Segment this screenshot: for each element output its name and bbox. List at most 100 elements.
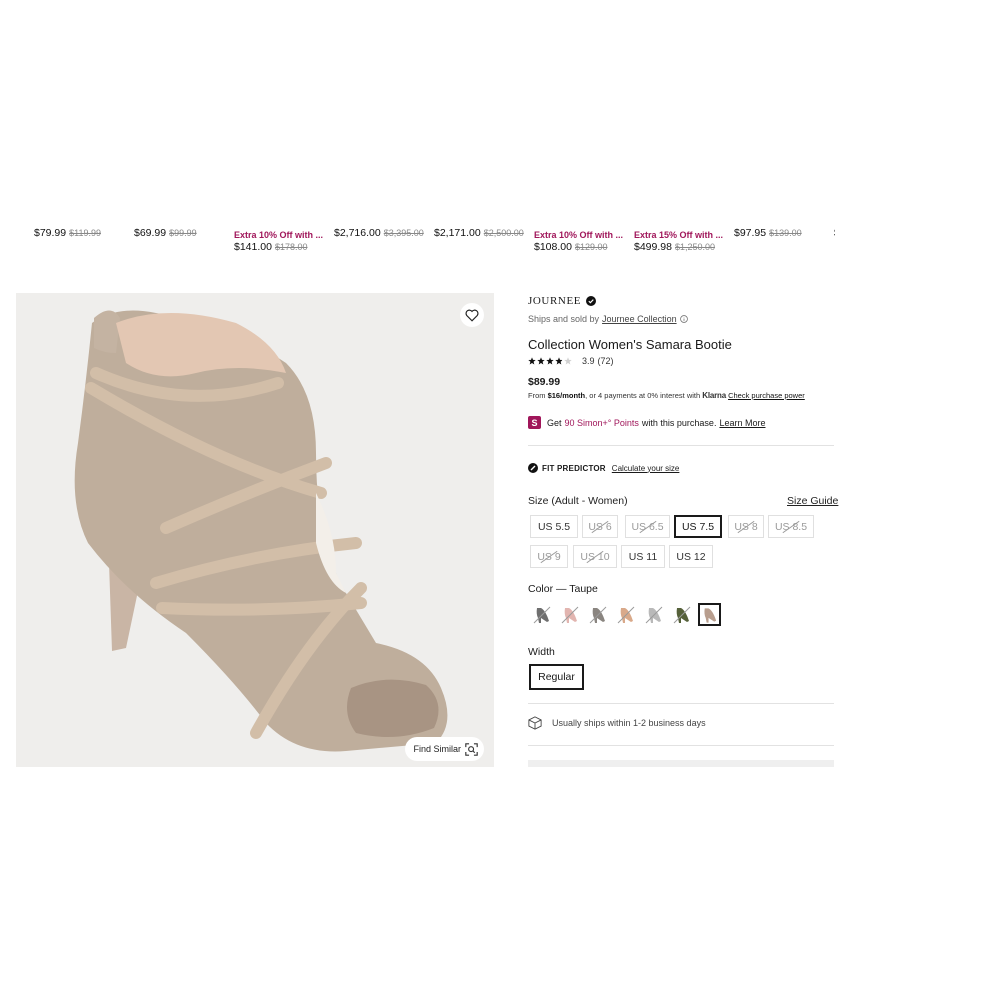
size-option[interactable]: US 6.5 — [625, 515, 670, 538]
strip-price: $ — [834, 227, 835, 239]
verified-icon — [586, 296, 597, 306]
strip-price: $2,171.00 $2,500.00 — [434, 227, 524, 239]
brand-name[interactable]: JOURNEE — [528, 295, 597, 307]
find-similar-label: Find Similar — [413, 744, 461, 754]
review-count: (72) — [597, 356, 614, 366]
points-rest: with this purchase. — [641, 417, 717, 428]
bootie-illustration — [74, 310, 448, 752]
size-option[interactable]: US 6 — [582, 515, 618, 538]
size-option[interactable]: US 8 — [728, 515, 764, 538]
sold-prefix: Ships and sold by — [528, 314, 600, 324]
visual-search-icon — [465, 742, 478, 756]
strip-price-was: $129.00 — [574, 242, 608, 252]
svg-text:S: S — [531, 418, 537, 428]
learn-more-link[interactable]: Learn More — [719, 418, 765, 428]
size-option[interactable]: US 9 — [530, 545, 568, 568]
product-rating[interactable]: 3.9 (72) — [528, 356, 614, 366]
strip-price: $2,716.00 $3,395.00 — [334, 227, 424, 239]
divider — [528, 745, 834, 746]
strip-product-card[interactable]: $ — [834, 210, 835, 260]
strip-price-was: $99.99 — [169, 228, 197, 238]
width-label: Width — [528, 646, 555, 658]
strip-product-card[interactable]: $79.99 $119.99 — [34, 210, 130, 260]
shoe-thumbnail-icon — [645, 606, 662, 623]
klarna-logo: Klarna — [702, 391, 726, 400]
strip-price-now: $141.00 — [234, 241, 272, 253]
fit-predictor-label: FIT PREDICTOR — [542, 463, 606, 473]
strip-product-card[interactable]: $2,716.00 $3,395.00 — [334, 210, 430, 260]
strip-price-was: $2,500.00 — [483, 228, 524, 238]
add-to-bag-bar[interactable] — [528, 760, 834, 767]
recommendation-strip: $79.99 $119.99 $69.99 $99.99 Extra 10% Off w… — [0, 210, 835, 260]
shoe-thumbnail-icon — [589, 606, 606, 623]
strip-price-now: $2,171.00 — [434, 227, 481, 239]
strip-product-card[interactable]: $97.95 $139.00 — [734, 210, 830, 260]
strip-price: $97.95 $139.00 — [734, 227, 802, 239]
strip-price-now: $499.98 — [634, 241, 672, 253]
strip-price-was: $139.00 — [769, 228, 802, 238]
strip-product-card[interactable]: $69.99 $99.99 — [134, 210, 230, 260]
points-get: Get — [547, 417, 562, 428]
strip-price-was: $1,250.00 — [674, 242, 716, 252]
strip-product-card[interactable]: Extra 10% Off with ... $141.00 $178.00 — [234, 210, 330, 260]
points-line: S Get 90 Simon+° Points with this purcha… — [528, 416, 765, 429]
strip-price-now: $2,716.00 — [334, 227, 381, 239]
size-option[interactable]: US 5.5 — [530, 515, 578, 538]
rating-value: 3.9 — [582, 356, 595, 366]
check-purchase-power-link[interactable]: Check purchase power — [728, 391, 805, 400]
wishlist-button[interactable] — [460, 303, 484, 327]
shoe-thumbnail-icon — [704, 607, 717, 623]
strip-price-was: $119.99 — [69, 228, 101, 238]
box-icon — [528, 716, 542, 730]
strip-promo: Extra 15% Off with ... — [634, 230, 724, 240]
rating-stars — [528, 357, 572, 365]
shoe-thumbnail-icon — [617, 606, 634, 623]
strip-price: $141.00 $178.00 — [234, 241, 308, 253]
color-swatch[interactable] — [586, 603, 609, 626]
size-guide-link[interactable]: Size Guide — [787, 495, 838, 507]
points-value: 90 Simon+° Points — [564, 417, 639, 428]
color-swatch[interactable] — [698, 603, 721, 626]
fit-predictor-icon — [528, 463, 538, 473]
seller-link[interactable]: Journee Collection — [602, 314, 677, 324]
size-option[interactable]: US 10 — [573, 545, 617, 568]
strip-price-was: $178.00 — [274, 242, 308, 252]
strip-price-now: $69.99 — [134, 227, 167, 239]
star-icon — [537, 357, 545, 365]
color-swatch[interactable] — [558, 603, 581, 626]
strip-price: $69.99 $99.99 — [134, 227, 197, 239]
finance-rest: , or 4 payments at 0% interest with — [585, 391, 701, 400]
strip-price-now: $97.95 — [734, 227, 767, 239]
color-swatch[interactable] — [614, 603, 637, 626]
color-swatch[interactable] — [530, 603, 553, 626]
size-label: Size (Adult - Women) — [528, 495, 628, 507]
strip-product-card[interactable]: Extra 15% Off with ... $499.98 $1,250.00 — [634, 210, 730, 260]
color-swatch[interactable] — [642, 603, 665, 626]
info-icon[interactable] — [679, 315, 688, 323]
size-option[interactable]: US 12 — [669, 545, 713, 568]
strip-price-was: $3,395.00 — [383, 228, 424, 238]
strip-promo: Extra 10% Off with ... — [234, 230, 324, 240]
color-swatch[interactable] — [670, 603, 693, 626]
strip-price-now: $79.99 — [34, 227, 67, 239]
strip-product-card[interactable]: $2,171.00 $2,500.00 — [434, 210, 530, 260]
find-similar-button[interactable]: Find Similar — [405, 737, 484, 761]
strip-price: $79.99 $119.99 — [34, 227, 101, 239]
size-option[interactable]: US 8.5 — [768, 515, 814, 538]
strip-price-now: $ — [834, 227, 835, 239]
size-option[interactable]: US 7.5 — [674, 515, 722, 538]
divider — [528, 703, 834, 704]
width-option-regular[interactable]: Regular — [529, 664, 584, 690]
shipping-info: Usually ships within 1-2 business days — [528, 716, 706, 730]
calculate-size-link[interactable]: Calculate your size — [612, 464, 680, 473]
product-title: Collection Women's Samara Bootie — [528, 337, 732, 352]
financing-line: From $16/month, or 4 payments at 0% inte… — [528, 391, 805, 400]
finance-monthly: $16/month — [547, 391, 586, 400]
strip-price: $108.00 $129.00 — [534, 241, 608, 253]
star-icon — [564, 357, 572, 365]
size-option[interactable]: US 11 — [621, 545, 665, 568]
star-icon — [546, 357, 554, 365]
product-image[interactable]: Find Similar — [16, 293, 494, 767]
strip-product-card[interactable]: Extra 10% Off with ... $108.00 $129.00 — [534, 210, 630, 260]
fit-predictor: FIT PREDICTOR Calculate your size — [528, 463, 679, 473]
